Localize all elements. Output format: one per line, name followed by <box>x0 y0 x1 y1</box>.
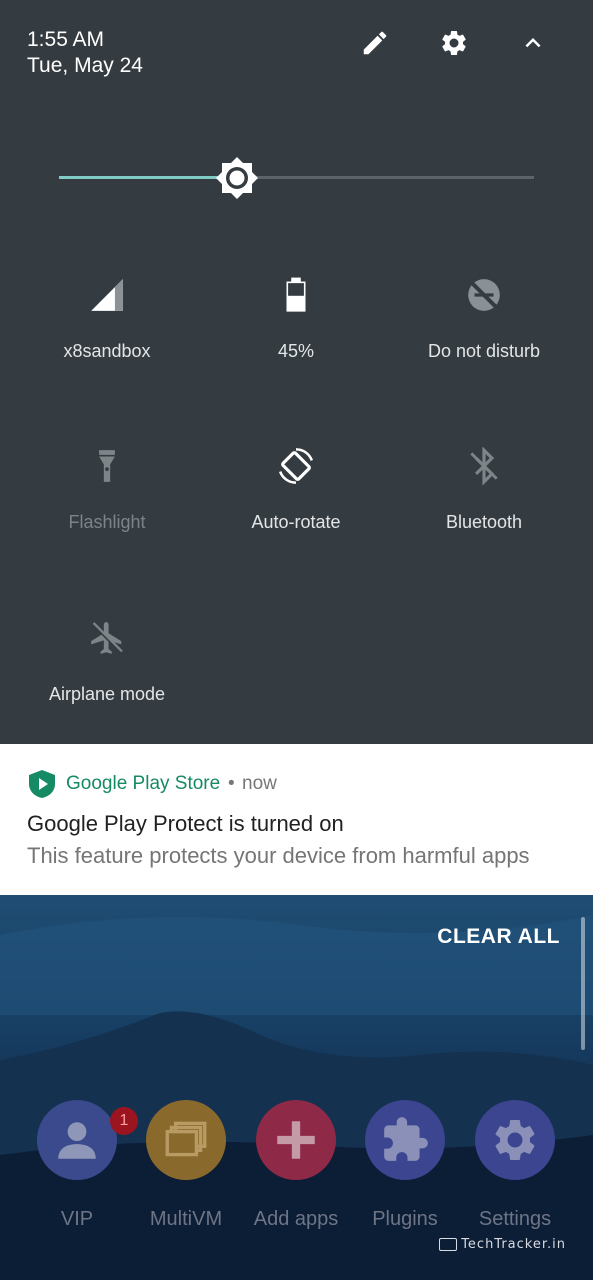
battery-icon <box>276 275 316 315</box>
clear-all-button[interactable]: CLEAR ALL <box>437 925 560 949</box>
brightness-slider[interactable] <box>59 157 534 199</box>
scrollbar[interactable] <box>581 917 585 1050</box>
settings-gear-icon[interactable] <box>437 26 471 60</box>
play-protect-shield-icon <box>29 770 55 798</box>
puzzle-icon <box>384 1117 428 1161</box>
home-screen: CLEAR ALL 1 VIP MultiVM Add apps Plugins… <box>0 895 593 1280</box>
dock-app-plugins[interactable]: Plugins <box>350 1100 460 1230</box>
dock-app-settings[interactable]: Settings <box>460 1100 570 1230</box>
tile-do-not-disturb[interactable]: Do not disturb <box>389 275 579 385</box>
edit-icon[interactable] <box>358 26 392 60</box>
multivm-app-icon[interactable] <box>146 1100 226 1180</box>
notification-title: Google Play Protect is turned on <box>27 811 344 836</box>
do-not-disturb-icon <box>464 275 504 315</box>
dock-app-add-apps[interactable]: Add apps <box>241 1100 351 1230</box>
gear-icon <box>495 1120 535 1160</box>
multi-window-icon <box>165 1121 207 1157</box>
plus-icon <box>277 1121 315 1159</box>
notification-text: This feature protects your device from h… <box>27 843 530 868</box>
status-date[interactable]: Tue, May 24 <box>27 54 143 78</box>
tile-auto-rotate[interactable]: Auto-rotate <box>201 446 391 556</box>
dock-app-vip[interactable]: 1 VIP <box>22 1100 138 1230</box>
tile-label: Do not disturb <box>427 341 541 361</box>
notification-separator: • <box>228 773 235 794</box>
notification-time: now <box>242 773 277 794</box>
dock-label: Add apps <box>253 1208 339 1230</box>
tile-bluetooth[interactable]: Bluetooth <box>389 446 579 556</box>
quick-settings-panel: 1:55 AM Tue, May 24 x8sandbox 45% Do not… <box>0 0 593 744</box>
tile-battery[interactable]: 45% <box>201 275 391 385</box>
airplane-icon <box>87 618 127 658</box>
signal-icon <box>87 275 127 315</box>
notification-card[interactable]: Google Play Store • now Google Play Prot… <box>0 744 593 895</box>
dock-label: Plugins <box>372 1208 438 1230</box>
tile-network[interactable]: x8sandbox <box>12 275 202 385</box>
tile-flashlight[interactable]: Flashlight <box>12 446 202 556</box>
status-time: 1:55 AM <box>27 28 105 51</box>
tile-label: 45% <box>277 341 315 361</box>
dock-label: Settings <box>478 1208 552 1230</box>
watermark-icon <box>439 1238 458 1251</box>
settings-app-icon[interactable] <box>475 1100 555 1180</box>
notification-app-name: Google Play Store <box>66 773 221 794</box>
dock-label: MultiVM <box>149 1208 223 1230</box>
brightness-sun-icon[interactable] <box>215 156 259 200</box>
slider-fill <box>59 176 238 179</box>
auto-rotate-icon <box>276 446 316 486</box>
watermark-text: TechTracker.in <box>461 1237 566 1252</box>
vip-app-icon[interactable] <box>37 1100 117 1180</box>
dock-label: VIP <box>60 1208 94 1230</box>
person-icon <box>58 1122 96 1159</box>
flashlight-icon <box>87 446 127 486</box>
plugins-app-icon[interactable] <box>365 1100 445 1180</box>
tile-label: Bluetooth <box>445 512 523 532</box>
add-apps-icon[interactable] <box>256 1100 336 1180</box>
collapse-chevron-icon[interactable] <box>516 26 550 60</box>
tile-label: Flashlight <box>68 512 146 532</box>
bluetooth-icon <box>464 446 504 486</box>
tile-airplane-mode[interactable]: Airplane mode <box>12 618 202 728</box>
tile-label: Airplane mode <box>48 684 166 704</box>
tile-label: x8sandbox <box>63 341 151 361</box>
watermark: TechTracker.in <box>439 1237 566 1252</box>
dock-app-multivm[interactable]: MultiVM <box>131 1100 241 1230</box>
tile-label: Auto-rotate <box>251 512 341 532</box>
